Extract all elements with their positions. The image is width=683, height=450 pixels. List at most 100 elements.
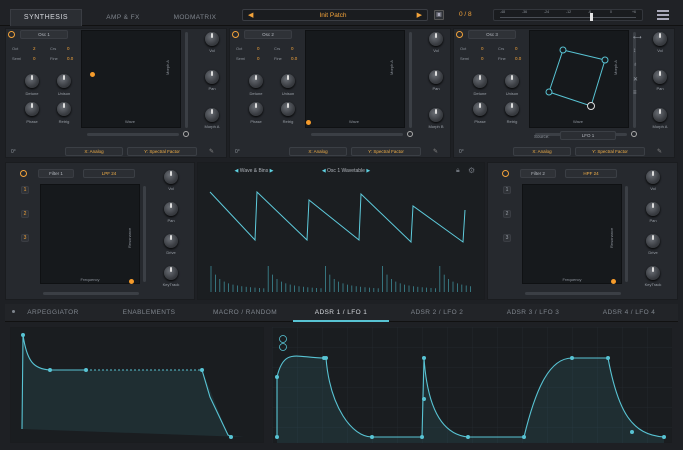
filter-resonance-slider[interactable] <box>143 186 146 282</box>
wave-mode-next-icon[interactable]: ▶ <box>268 168 274 174</box>
filter-position-dot[interactable] <box>129 279 134 284</box>
osc-knob[interactable] <box>57 102 71 116</box>
bottom-tab[interactable]: ADSR 2 / LFO 2 <box>389 309 485 316</box>
osc-param-value[interactable]: 0.0 <box>67 56 73 61</box>
osc-reset-icon[interactable] <box>183 131 189 137</box>
lock-icon[interactable]: 🔒︎ <box>456 167 460 175</box>
osc-vol-knob[interactable] <box>429 32 443 46</box>
filter-keytrack-knob[interactable] <box>164 266 178 280</box>
filter-slot-button[interactable]: 2 <box>21 210 29 218</box>
osc-y-selector[interactable]: Y: Spectral Factor <box>575 147 645 156</box>
osc-morph-slider[interactable] <box>185 32 188 128</box>
osc-knob[interactable] <box>505 102 519 116</box>
osc3-side-icon[interactable]: ⟷ <box>633 34 642 41</box>
osc-param-value[interactable]: 2 <box>33 46 36 51</box>
osc-knob[interactable] <box>249 74 263 88</box>
filter-slot-button[interactable]: 3 <box>21 234 29 242</box>
filter-vol-knob[interactable] <box>646 170 660 184</box>
filter-frequency-slider[interactable] <box>43 292 139 295</box>
osc3-morph-path[interactable] <box>529 30 629 128</box>
osc-vol-knob[interactable] <box>205 32 219 46</box>
filter-screen[interactable] <box>522 184 622 284</box>
osc-pan-knob[interactable] <box>429 70 443 84</box>
osc1-position-dot[interactable] <box>90 72 95 77</box>
osc-reset-icon[interactable] <box>407 131 413 137</box>
osc-morph-knob[interactable] <box>429 108 443 122</box>
osc3-side-icon[interactable]: ♁ <box>633 62 638 68</box>
meter-handle[interactable] <box>590 13 593 21</box>
osc-param-value[interactable]: 0 <box>257 46 260 51</box>
osc-morph-slider[interactable] <box>409 32 412 128</box>
filter-pan-knob[interactable] <box>164 202 178 216</box>
menu-icon[interactable] <box>657 10 669 20</box>
osc-wave-screen[interactable] <box>81 30 181 128</box>
filter-screen[interactable] <box>40 184 140 284</box>
osc-param-value[interactable]: 0.0 <box>515 56 521 61</box>
osc-morph-knob[interactable] <box>653 108 667 122</box>
osc-param-value[interactable]: 0.0 <box>291 56 297 61</box>
osc-wave-screen[interactable] <box>305 30 405 128</box>
adsr-graph[interactable] <box>10 327 264 443</box>
osc-knob[interactable] <box>473 102 487 116</box>
osc-knob[interactable] <box>281 74 295 88</box>
settings-icon[interactable]: ⚙ <box>468 166 475 175</box>
tab-synthesis[interactable]: SYNTHESIS <box>10 9 82 26</box>
tab-amp-fx[interactable]: AMP & FX <box>88 14 158 21</box>
save-icon[interactable]: ▣ <box>434 10 444 20</box>
filter-slot-button[interactable]: 1 <box>21 186 29 194</box>
bottom-tab[interactable]: ADSR 4 / LFO 4 <box>581 309 677 316</box>
bottom-tab[interactable]: ENABLEMENTS <box>101 309 197 316</box>
wavetable-next-icon[interactable]: ▶ <box>365 168 370 174</box>
tab-modmatrix[interactable]: MODMATRIX <box>160 14 230 21</box>
osc-knob[interactable] <box>281 102 295 116</box>
bottom-tab[interactable]: ARPEGGIATOR <box>5 309 101 316</box>
osc-vol-knob[interactable] <box>653 32 667 46</box>
wave-mode-selector[interactable]: ◀ Wave & Bins ▶ <box>222 168 286 174</box>
osc3-side-icon[interactable]: ✕ <box>633 76 638 83</box>
osc-y-selector[interactable]: Y: Spectral Factor <box>351 147 421 156</box>
osc-knob[interactable] <box>57 74 71 88</box>
filter-type-selector[interactable]: LPF 24 <box>83 169 135 178</box>
osc-edit-icon[interactable]: ✎ <box>209 148 214 155</box>
filter-slot-button[interactable]: 2 <box>503 210 511 218</box>
patch-next-icon[interactable]: ▶ <box>417 11 422 19</box>
osc-param-value[interactable]: 0 <box>515 46 518 51</box>
wavetable-selector[interactable]: ◀ Osc 1 Wavetable ▶ <box>296 168 396 174</box>
osc-y-selector[interactable]: Y: Spectral Factor <box>127 147 197 156</box>
osc-param-value[interactable]: 0 <box>257 56 260 61</box>
filter-slot-button[interactable]: 1 <box>503 186 511 194</box>
filter-vol-knob[interactable] <box>164 170 178 184</box>
bottom-tab[interactable]: ADSR 1 / LFO 1 <box>293 309 389 316</box>
filter-keytrack-knob[interactable] <box>646 266 660 280</box>
osc-knob[interactable] <box>25 102 39 116</box>
filter-power-icon[interactable] <box>20 170 27 177</box>
osc-power-icon[interactable] <box>8 31 15 38</box>
osc-pan-knob[interactable] <box>205 70 219 84</box>
osc-param-value[interactable]: 0 <box>33 56 36 61</box>
filter-type-selector[interactable]: HPF 24 <box>565 169 617 178</box>
osc3-side-icon[interactable]: ↕ <box>633 48 636 54</box>
lfo-graph[interactable] <box>272 327 672 443</box>
osc-wave-slider[interactable] <box>311 133 403 136</box>
osc-power-icon[interactable] <box>232 31 239 38</box>
filter-drive-knob[interactable] <box>646 234 660 248</box>
filter-position-dot[interactable] <box>611 279 616 284</box>
osc-param-value[interactable]: 0 <box>481 56 484 61</box>
bottom-tab[interactable]: ADSR 3 / LFO 3 <box>485 309 581 316</box>
filter-slot-button[interactable]: 3 <box>503 234 511 242</box>
osc-knob[interactable] <box>25 74 39 88</box>
bottom-tab[interactable]: MACRO / RANDOM <box>197 309 293 316</box>
filter-power-icon[interactable] <box>502 170 509 177</box>
filter-drive-knob[interactable] <box>164 234 178 248</box>
osc-x-selector[interactable]: X: Analog <box>289 147 347 156</box>
osc-morph-knob[interactable] <box>205 108 219 122</box>
osc-param-value[interactable]: 0 <box>481 46 484 51</box>
osc-x-selector[interactable]: X: Analog <box>65 147 123 156</box>
osc-reset-icon[interactable] <box>631 131 637 137</box>
osc-x-selector[interactable]: X: Analog <box>513 147 571 156</box>
filter-pan-knob[interactable] <box>646 202 660 216</box>
osc-pan-knob[interactable] <box>653 70 667 84</box>
osc-knob[interactable] <box>473 74 487 88</box>
osc-wave-slider[interactable] <box>87 133 179 136</box>
osc3-source-selector[interactable]: LFO 1 <box>560 131 616 140</box>
